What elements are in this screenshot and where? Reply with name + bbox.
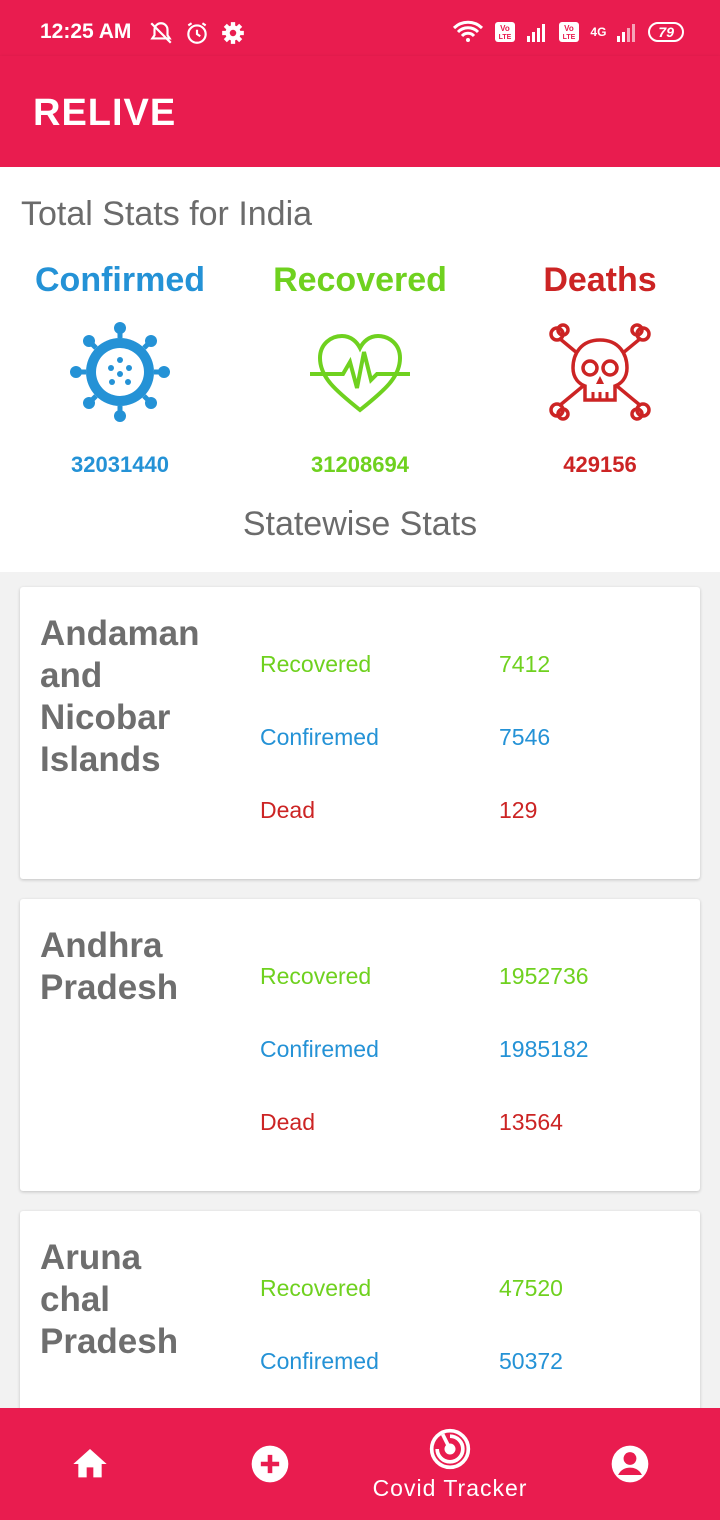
svg-text:Vo: Vo xyxy=(501,24,511,33)
dead-row-value: 13564 xyxy=(499,1109,563,1135)
recovered-row-label: Recovered xyxy=(260,651,372,677)
state-name: Andhra Pradesh xyxy=(40,926,179,1007)
confirmed-row-value: 1985182 xyxy=(499,1036,589,1062)
gear-icon xyxy=(222,22,244,44)
virus-icon xyxy=(70,322,170,422)
recovered-row-value: 47520 xyxy=(499,1275,563,1301)
recovered-value: 31208694 xyxy=(311,452,409,477)
volte-icon-2: VoLTE xyxy=(559,22,580,42)
dead-row-value: 129 xyxy=(499,797,538,823)
nav-covid-tracker[interactable]: Covid Tracker xyxy=(360,1408,540,1520)
dead-row-label: Dead xyxy=(260,1109,315,1135)
recovered-row-label: Recovered xyxy=(260,963,372,989)
confirmed-row-label: Confiremed xyxy=(260,724,379,750)
svg-text:LTE: LTE xyxy=(499,34,512,41)
heartbeat-icon xyxy=(310,333,410,413)
bottom-navigation: Covid Tracker xyxy=(0,1408,720,1520)
state-name: Andaman and Nicobar Islands xyxy=(40,614,200,779)
app-bar: RELIVE xyxy=(0,56,720,167)
app-title: RELIVE xyxy=(33,92,177,134)
home-icon xyxy=(73,1449,107,1478)
state-card[interactable]: Andhra Pradesh Recovered 1952736 Confire… xyxy=(20,899,700,1191)
nav-covid-tracker-label: Covid Tracker xyxy=(372,1474,528,1501)
status-bar: 12:25 AM Vo LTE Vo LTE 4G 79 xyxy=(0,0,720,56)
main-content[interactable]: Total Stats for India Confirmed 32031440… xyxy=(0,167,720,1408)
recovered-row-label: Recovered xyxy=(260,1275,372,1301)
confirmed-row-label: Confiremed xyxy=(260,1348,379,1374)
signal-icon-2 xyxy=(617,24,636,42)
deaths-value: 429156 xyxy=(563,452,637,477)
deaths-label: Deaths xyxy=(543,261,657,299)
status-time: 12:25 AM xyxy=(40,20,132,43)
volte-icon: VoLTE xyxy=(495,22,516,42)
network-type: 4G xyxy=(590,25,607,39)
add-circle-icon xyxy=(251,1445,289,1483)
svg-text:Vo: Vo xyxy=(565,24,575,33)
alarm-icon xyxy=(187,22,207,44)
nav-home[interactable] xyxy=(0,1408,180,1520)
nav-add[interactable] xyxy=(180,1408,360,1520)
state-card[interactable]: Aruna chal Pradesh Recovered 47520 Confi… xyxy=(20,1211,700,1408)
state-list[interactable]: Andaman and Nicobar Islands Recovered 74… xyxy=(0,572,720,1408)
confirmed-row-label: Confiremed xyxy=(260,1036,379,1062)
bell-off-icon xyxy=(150,22,172,44)
nav-account[interactable] xyxy=(540,1408,720,1520)
recovered-row-value: 7412 xyxy=(499,651,551,677)
deaths-stat: Deaths 429156 xyxy=(480,261,720,478)
account-icon xyxy=(611,1445,649,1483)
confirmed-row-value: 7546 xyxy=(499,724,551,750)
confirmed-value: 32031440 xyxy=(71,452,169,477)
radar-icon xyxy=(429,1428,471,1469)
dead-row-label: Dead xyxy=(260,797,315,823)
skull-crossbones-icon xyxy=(549,323,651,421)
confirmed-row-value: 50372 xyxy=(499,1348,563,1374)
confirmed-stat: Confirmed 32031440 xyxy=(0,261,240,478)
signal-icon xyxy=(527,24,546,42)
battery-icon: 79 xyxy=(648,22,684,42)
total-stats-title: Total Stats for India xyxy=(21,195,313,233)
recovered-row-value: 1952736 xyxy=(499,963,589,989)
state-card[interactable]: Andaman and Nicobar Islands Recovered 74… xyxy=(20,587,700,879)
state-name: Aruna chal Pradesh xyxy=(40,1238,179,1361)
recovered-label: Recovered xyxy=(273,261,447,299)
svg-text:LTE: LTE xyxy=(563,34,576,41)
recovered-stat: Recovered 31208694 xyxy=(240,261,480,478)
wifi-icon xyxy=(453,20,484,42)
statewise-title: Statewise Stats xyxy=(242,505,478,543)
confirmed-label: Confirmed xyxy=(35,261,205,299)
